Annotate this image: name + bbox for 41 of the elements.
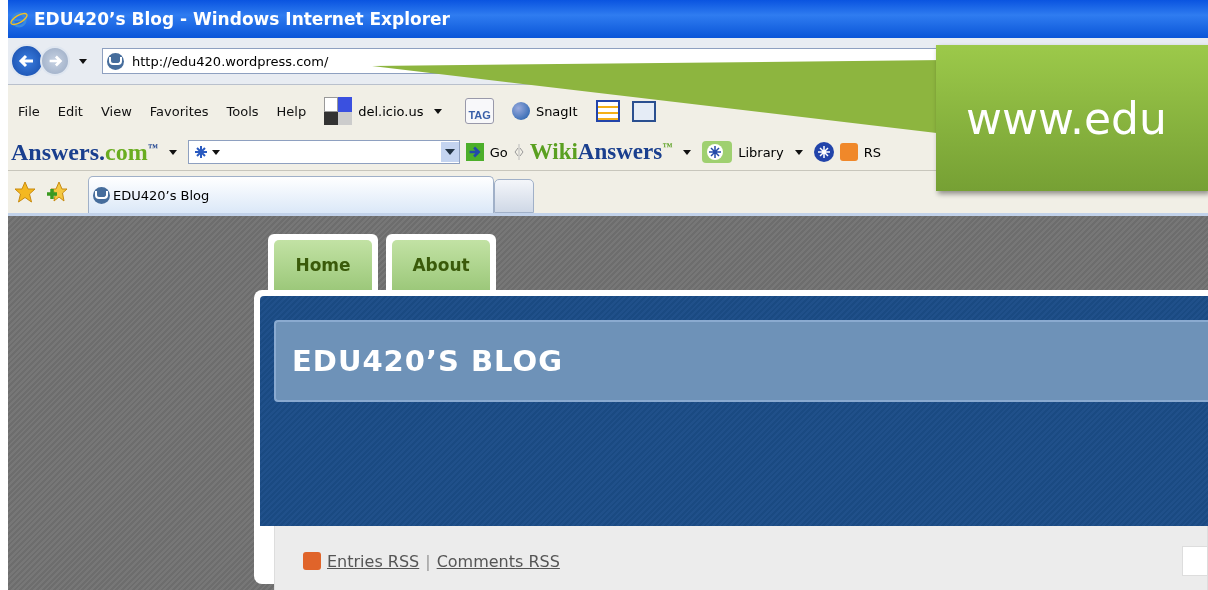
nav-tab[interactable]: Home xyxy=(268,234,378,290)
window-title: EDU420’s Blog - Windows Internet Explorer xyxy=(34,9,450,29)
grid-icon xyxy=(324,97,353,125)
star-icon[interactable] xyxy=(14,181,36,203)
rss-button[interactable]: RS xyxy=(863,144,881,160)
caret-icon[interactable] xyxy=(168,149,177,155)
back-button[interactable] xyxy=(10,44,44,78)
note-icon[interactable] xyxy=(631,100,656,122)
go-button[interactable]: Go xyxy=(489,144,508,160)
answers-logo: Answers.com$^{™}$ xyxy=(11,138,158,166)
blog-title: EDU420’S BLOG xyxy=(292,344,563,378)
menu-item[interactable]: Edit xyxy=(57,103,83,119)
callout-text: www.edu xyxy=(966,92,1167,144)
feed-link[interactable]: Entries RSS xyxy=(327,551,420,571)
search-field[interactable] xyxy=(187,140,460,164)
star-plus-icon[interactable] xyxy=(46,181,68,203)
toolbar-button[interactable]: SnagIt xyxy=(535,103,578,119)
spark-icon[interactable] xyxy=(813,142,834,162)
feed-link[interactable]: Comments RSS xyxy=(436,551,560,571)
nav-tab[interactable]: About xyxy=(386,234,496,290)
menu-item[interactable]: Tools xyxy=(226,103,259,119)
browser-tab[interactable]: EDU420’s Blog xyxy=(88,176,494,213)
dropdown-button[interactable] xyxy=(440,142,459,162)
menu-item[interactable]: File xyxy=(18,103,40,119)
separator: | xyxy=(425,551,431,571)
menu-item[interactable]: View xyxy=(100,103,132,119)
library-button[interactable]: Library xyxy=(738,144,784,160)
caret-icon[interactable] xyxy=(683,149,692,155)
tag-button[interactable]: TAG xyxy=(465,98,494,124)
window-icon[interactable] xyxy=(595,100,620,122)
globe-icon xyxy=(511,102,530,120)
separator-icon xyxy=(513,143,524,161)
rss-icon xyxy=(303,552,321,570)
caret-icon[interactable] xyxy=(434,108,443,114)
caret-icon[interactable] xyxy=(79,58,87,64)
wikianswers-logo: WikiAnswers$^{™}$ xyxy=(529,139,673,165)
spark-icon[interactable] xyxy=(702,141,733,163)
toolbar-button[interactable]: del.icio.us xyxy=(358,103,424,119)
menu-item[interactable]: Help xyxy=(276,103,307,119)
caret-icon[interactable] xyxy=(794,149,803,155)
menu-item[interactable]: Favorites xyxy=(149,103,209,119)
